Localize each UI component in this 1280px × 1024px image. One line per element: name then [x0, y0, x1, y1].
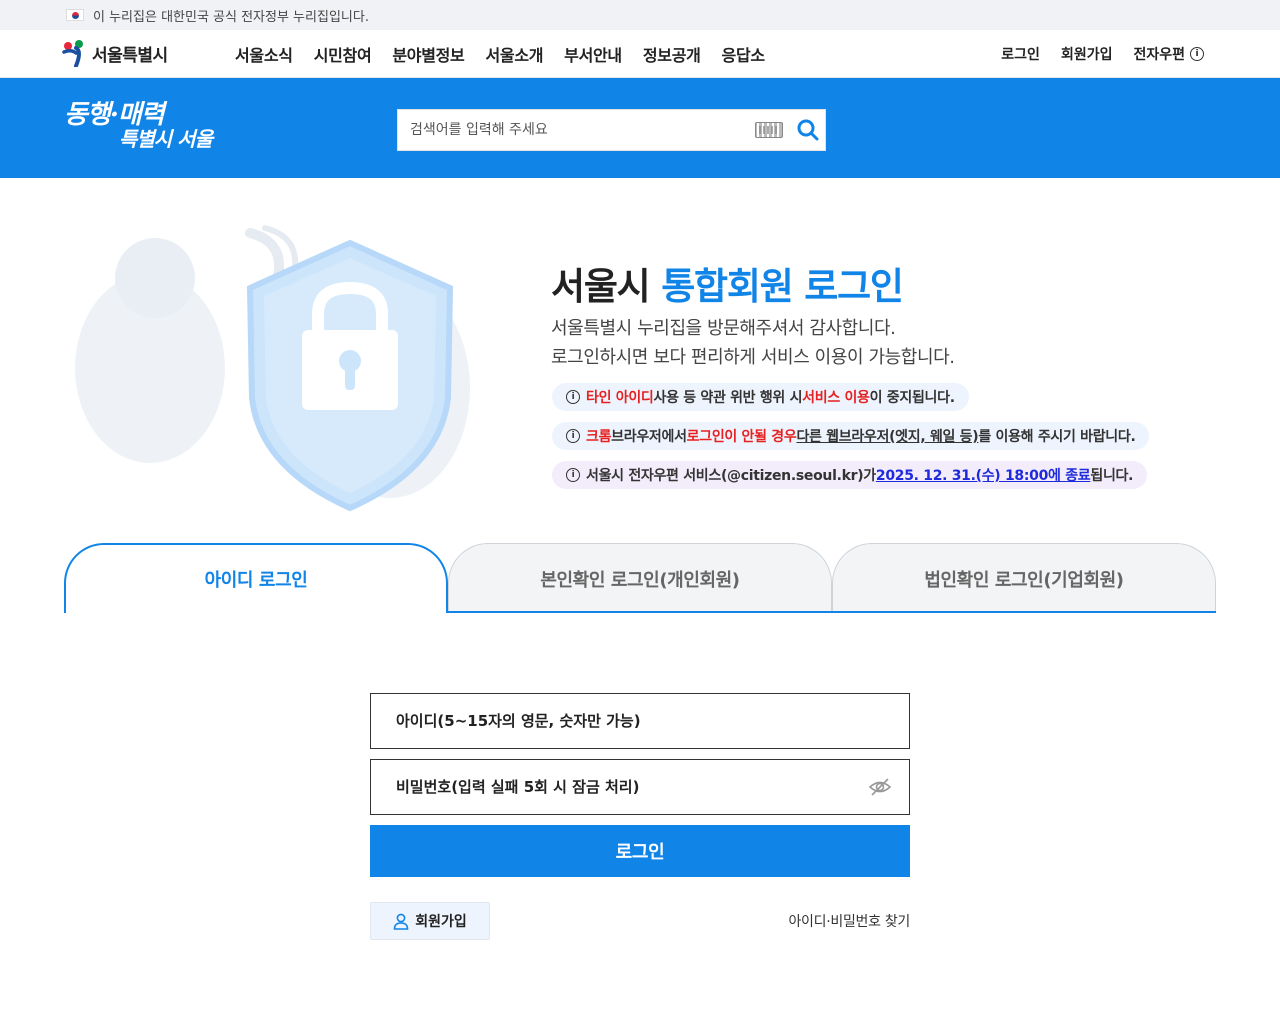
search-header: 동행·매력 특별시 서울: [0, 78, 1280, 178]
menu-item-news[interactable]: 서울소식: [235, 42, 293, 66]
menu-item-participation[interactable]: 시민참여: [314, 42, 372, 66]
slogan-logo: 동행·매력 특별시 서울: [64, 100, 213, 152]
notice-text: 됩니다.: [1090, 468, 1134, 484]
slogan-line1: 동행·매력: [64, 100, 165, 130]
user-icon: [393, 913, 409, 930]
desc-line2: 로그인하시면 보다 편리하게 서비스 이용이 가능합니다.: [551, 347, 955, 368]
util-email-link[interactable]: 전자우편 i: [1133, 44, 1204, 64]
gov-banner-text: 이 누리집은 대한민국 공식 전자정부 누리집입니다.: [93, 9, 369, 25]
menu-item-departments[interactable]: 부서안내: [564, 42, 622, 66]
util-login-link[interactable]: 로그인: [1001, 44, 1040, 64]
info-icon: i: [1190, 47, 1204, 61]
join-button[interactable]: 회원가입: [370, 902, 490, 940]
title-plain: 서울시: [551, 265, 662, 308]
search-box: [397, 109, 826, 151]
password-input[interactable]: [371, 760, 868, 814]
notice-text: 브라우저에서: [611, 429, 687, 445]
notice-account-misuse: i 타인 아이디 사용 등 약관 위반 행위 시 서비스 이용 이 중지됩니다.: [552, 383, 969, 411]
tab-id-login[interactable]: 아이디 로그인: [64, 543, 448, 613]
logo-text: 서울특별시: [92, 45, 168, 66]
password-field: [370, 759, 910, 815]
search-input[interactable]: [398, 110, 755, 150]
eye-off-icon[interactable]: [868, 777, 892, 797]
seoul-logo[interactable]: 서울특별시: [62, 39, 168, 68]
id-input[interactable]: [371, 694, 909, 748]
search-button[interactable]: [791, 110, 825, 150]
virtual-keyboard-icon[interactable]: [755, 122, 783, 138]
menu-item-response[interactable]: 응답소: [722, 42, 766, 66]
main-menu: 서울소식 시민참여 분야별정보 서울소개 부서안내 정보공개 응답소: [235, 30, 765, 78]
notice-text: 이 중지됩니다.: [869, 390, 955, 406]
tab-identity-login[interactable]: 본인확인 로그인(개인회원): [448, 543, 832, 613]
info-circle-icon: i: [566, 390, 580, 404]
search-icon: [797, 119, 819, 141]
slogan-line2: 특별시 서울: [119, 127, 213, 152]
notice-text: 로그인이 안될 경우: [686, 429, 797, 445]
menu-item-about[interactable]: 서울소개: [485, 42, 543, 66]
tab-corporate-login[interactable]: 법인확인 로그인(기업회원): [832, 543, 1216, 613]
form-secondary-actions: 회원가입 아이디·비밀번호 찾기: [370, 902, 910, 940]
email-end-date-link[interactable]: 2025. 12. 31.(수) 18:00에 종료: [876, 465, 1091, 485]
notice-chrome-browser: i 크롬 브라우저에서 로그인이 안될 경우 다른 웹브라우저(엣지, 웨일 등…: [552, 422, 1150, 450]
title-accent: 통합회원 로그인: [661, 265, 904, 308]
gov-banner: 이 누리집은 대한민국 공식 전자정부 누리집입니다.: [0, 0, 1280, 30]
notice-text: 를 이용해 주시기 바랍니다.: [978, 429, 1136, 445]
security-shield-illustration: [75, 225, 470, 512]
info-circle-icon: i: [566, 468, 580, 482]
page-title: 서울시 통합회원 로그인: [551, 256, 904, 310]
notice-text: 서비스 이용: [802, 390, 870, 406]
korea-flag-icon: [66, 9, 84, 21]
login-type-tabs: 아이디 로그인 본인확인 로그인(개인회원) 법인확인 로그인(기업회원): [64, 543, 1216, 613]
menu-item-disclosure[interactable]: 정보공개: [643, 42, 701, 66]
find-id-password-link[interactable]: 아이디·비밀번호 찾기: [788, 911, 910, 931]
desc-line1: 서울특별시 누리집을 방문해주셔서 감사합니다.: [551, 318, 896, 339]
seoul-logo-icon: [62, 39, 88, 68]
join-label: 회원가입: [415, 914, 467, 930]
notice-text: 다른 웹브라우저(엣지, 웨일 등): [796, 429, 979, 445]
info-circle-icon: i: [566, 429, 580, 443]
page-description: 서울특별시 누리집을 방문해주셔서 감사합니다. 로그인하시면 보다 편리하게 …: [551, 314, 955, 372]
notice-text: 서울시 전자우편 서비스(@citizen.seoul.kr)가: [586, 468, 876, 484]
login-hero: 서울시 통합회원 로그인 서울특별시 누리집을 방문해주셔서 감사합니다. 로그…: [0, 178, 1280, 538]
notice-text: 크롬: [586, 429, 612, 445]
notice-text: 사용 등 약관 위반 행위 시: [653, 390, 803, 406]
id-field: [370, 693, 910, 749]
util-email-label: 전자우편: [1133, 47, 1185, 63]
login-form: 로그인 회원가입 아이디·비밀번호 찾기: [370, 693, 910, 940]
util-signup-link[interactable]: 회원가입: [1061, 44, 1113, 64]
top-nav: 서울특별시 서울소식 시민참여 분야별정보 서울소개 부서안내 정보공개 응답소…: [0, 30, 1280, 78]
utility-links: 로그인 회원가입 전자우편 i: [1001, 30, 1204, 78]
menu-item-info[interactable]: 분야별정보: [392, 42, 464, 66]
login-button[interactable]: 로그인: [370, 825, 910, 877]
notice-email-service-end: i 서울시 전자우편 서비스(@citizen.seoul.kr)가 2025.…: [552, 461, 1148, 489]
notice-text: 타인 아이디: [586, 390, 654, 406]
